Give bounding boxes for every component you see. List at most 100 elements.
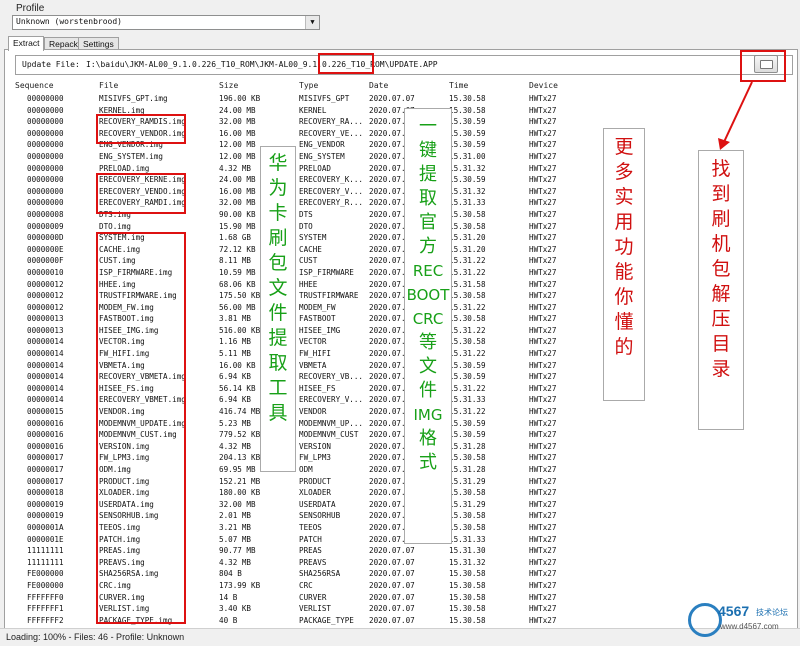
annotation-find-dir: 找到刷机包解压目录 [698,150,744,430]
cell-sequence: 00000013 [27,314,64,324]
status-text: Loading: 100% - Files: 46 - Profile: Unk… [6,632,185,642]
cell-device: HWTx27 [529,441,557,451]
chevron-down-icon[interactable]: ▼ [305,16,319,29]
cell-sequence: 00000012 [27,291,64,301]
status-bar: Loading: 100% - Files: 46 - Profile: Unk… [0,628,800,646]
cell-file: DTO.img [99,221,132,231]
cell-size: 16.00 MB [219,186,256,196]
cell-time: 15.31.20 [449,233,486,243]
cell-type: SYSTEM [299,233,327,243]
cell-size: 10.59 MB [219,267,256,277]
cell-time: 15.30.59 [449,128,486,138]
annotation-char: 式 [419,452,437,473]
cell-size: 516.00 KB [219,325,261,335]
cell-device: HWTx27 [529,151,557,161]
cell-sequence: 00000000 [27,151,64,161]
cell-device: HWTx27 [529,418,557,428]
col-sequence[interactable]: Sequence [15,81,54,90]
annotation-char: 到 [711,183,731,205]
cell-sequence: 0000000D [27,233,64,243]
cell-device: HWTx27 [529,499,557,509]
cell-size: 15.90 MB [219,221,256,231]
highlight-erecovery [96,173,186,214]
table-row[interactable]: 00000000 MISIVFS_GPT.img 196.00 KB MISIVFS_… [15,93,795,105]
annotation-char: 提 [268,327,288,349]
col-date[interactable]: Date [369,81,388,90]
cell-file: ENG_SYSTEM.img [99,151,164,161]
annotation-char: 件 [419,380,437,401]
cell-sequence: 00000014 [27,383,64,393]
cell-type: CACHE [299,244,322,254]
cell-size: 16.00 KB [219,360,256,370]
cell-type: VENDOR [299,407,327,417]
cell-size: 416.74 MB [219,407,261,417]
cell-type: PREAS [299,546,322,556]
cell-date: 2020.07.07 [369,580,415,590]
cell-size: 1.16 MB [219,337,252,347]
cell-time: 15.31.58 [449,279,486,289]
col-time[interactable]: Time [449,81,468,90]
cell-type: TRUSTFIRMWARE [299,291,359,301]
cell-device: HWTx27 [529,198,557,208]
annotation-char: 等 [419,332,437,353]
cell-size: 14 B [219,592,238,602]
annotation-char: 录 [711,358,731,380]
cell-time: 15.31.32 [449,557,486,567]
cell-device: HWTx27 [529,314,557,324]
cell-device: HWTx27 [529,511,557,521]
annotation-char: 刷 [268,227,288,249]
cell-device: HWTx27 [529,476,557,486]
profile-dropdown[interactable]: Unknown (worstenbrood) ▼ [12,15,320,30]
cell-size: 4.32 MB [219,557,252,567]
cell-size: 4.32 MB [219,441,252,451]
cell-time: 15.30.59 [449,372,486,382]
cell-sequence: FFFFFFF2 [27,615,64,625]
cell-type: VECTOR [299,337,327,347]
annotation-char: 卡 [268,202,288,224]
cell-type: DTO [299,221,313,231]
cell-size: 173.99 KB [219,580,261,590]
annotation-char: 取 [419,188,437,209]
cell-device: HWTx27 [529,163,557,173]
cell-sequence: 11111111 [27,546,64,556]
cell-sequence: 00000000 [27,140,64,150]
cell-size: 32.00 MB [219,198,256,208]
cell-type: ISP_FIRMWARE [299,267,354,277]
cell-size: 90.00 KB [219,209,256,219]
annotation-char: 具 [268,402,288,424]
cell-time: 15.30.58 [449,94,486,103]
annotation-char: 工 [268,377,288,399]
cell-size: 40 B [219,615,238,625]
cell-sequence: 00000000 [27,175,64,185]
col-device[interactable]: Device [529,81,558,90]
cell-size: 5.11 MB [219,349,252,359]
col-type[interactable]: Type [299,81,318,90]
cell-time: 15.31.33 [449,534,486,544]
col-size[interactable]: Size [219,81,238,90]
tab-extract[interactable]: Extract [8,36,45,51]
cell-sequence: 00000016 [27,441,64,451]
cell-type: SENSORHUB [299,511,341,521]
cell-time: 15.31.28 [449,465,486,474]
cell-size: 56.14 KB [219,383,256,393]
cell-type: FASTBOOT [299,314,336,324]
annotation-char: 包 [268,252,288,274]
cell-device: HWTx27 [529,94,557,103]
cell-type: MODEM_FW [299,302,336,312]
cell-sequence: 00000013 [27,325,64,335]
cell-size: 24.00 MB [219,105,256,115]
watermark-url: www.d4567.com [720,622,779,631]
annotation-char: 多 [614,161,634,183]
cell-sequence: 00000017 [27,453,64,463]
cell-size: 3.21 MB [219,522,252,532]
cell-sequence: 00000000 [27,94,64,103]
cell-size: 5.07 MB [219,534,252,544]
annotation-char: BOOT [406,286,450,304]
cell-type: HISEE_FS [299,383,336,393]
cell-device: HWTx27 [529,534,557,544]
update-file-field[interactable]: Update File: I:\baidu\JKM-AL00_9.1.0.226… [15,55,793,75]
col-file[interactable]: File [99,81,118,90]
cell-device: HWTx27 [529,569,557,579]
annotation-char: 的 [614,336,634,358]
cell-time: 15.30.59 [449,430,486,440]
